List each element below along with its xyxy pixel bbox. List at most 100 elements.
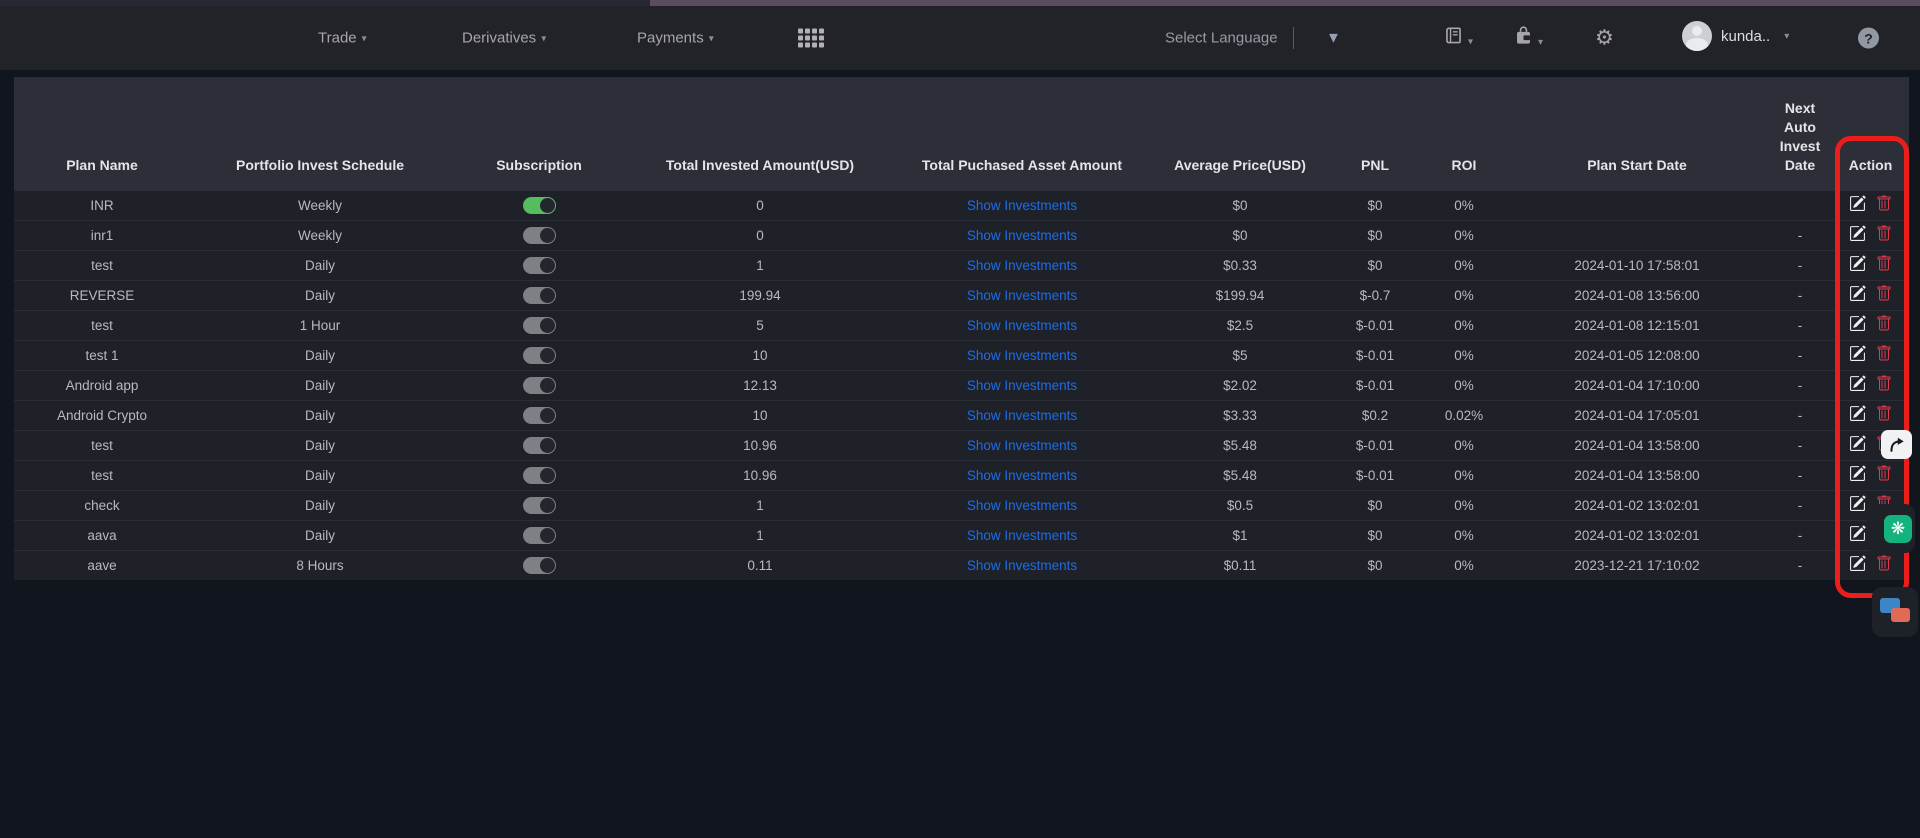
edit-plan-button[interactable] xyxy=(1849,345,1866,362)
toggle-knob xyxy=(540,378,555,393)
nav-menu-derivatives[interactable]: Derivatives▾ xyxy=(462,30,546,47)
subscription-toggle[interactable] xyxy=(523,227,556,244)
toggle-knob xyxy=(540,198,555,213)
show-investments-link[interactable]: Show Investments xyxy=(967,258,1077,273)
subscription-toggle[interactable] xyxy=(523,557,556,574)
delete-plan-button[interactable] xyxy=(1876,315,1892,332)
cell-plan-start-date: 2024-01-10 17:58:01 xyxy=(1506,250,1768,280)
subscription-toggle[interactable] xyxy=(523,287,556,304)
column-header: Total Invested Amount(USD) xyxy=(628,77,892,190)
show-investments-link[interactable]: Show Investments xyxy=(967,528,1077,543)
language-selector[interactable]: Select Language xyxy=(1165,30,1278,47)
subscription-toggle[interactable] xyxy=(523,527,556,544)
delete-plan-button[interactable] xyxy=(1876,195,1892,212)
edit-plan-button[interactable] xyxy=(1849,225,1866,242)
delete-plan-button[interactable] xyxy=(1876,405,1892,422)
cell-plan-name: test xyxy=(14,430,190,460)
show-investments-link[interactable]: Show Investments xyxy=(967,408,1077,423)
cell-schedule: Weekly xyxy=(190,220,450,250)
edit-pencil-icon xyxy=(1849,405,1866,422)
chevron-down-icon: ▾ xyxy=(1538,37,1543,48)
edit-plan-button[interactable] xyxy=(1849,195,1866,212)
edit-plan-button[interactable] xyxy=(1849,525,1866,542)
show-investments-link[interactable]: Show Investments xyxy=(967,498,1077,513)
edit-plan-button[interactable] xyxy=(1849,375,1866,392)
language-dropdown-caret-icon[interactable]: ▼ xyxy=(1326,30,1341,47)
show-investments-link[interactable]: Show Investments xyxy=(967,198,1077,213)
show-investments-link[interactable]: Show Investments xyxy=(967,468,1077,483)
cell-roi: 0% xyxy=(1422,370,1506,400)
show-investments-link[interactable]: Show Investments xyxy=(967,318,1077,333)
subscription-toggle[interactable] xyxy=(523,497,556,514)
delete-plan-button[interactable] xyxy=(1876,255,1892,272)
cell-plan-start-date: 2024-01-08 12:15:01 xyxy=(1506,310,1768,340)
edit-pencil-icon xyxy=(1849,255,1866,272)
wallet-menu[interactable]: ▾ xyxy=(1514,26,1543,50)
cell-plan-name: aave xyxy=(14,550,190,580)
help-button[interactable]: ? xyxy=(1858,28,1879,49)
apps-grid-icon[interactable] xyxy=(798,29,824,48)
orders-book-menu[interactable]: ▾ xyxy=(1444,27,1473,50)
show-investments-link[interactable]: Show Investments xyxy=(967,438,1077,453)
cell-plan-name: test xyxy=(14,460,190,490)
chatgpt-extension-icon[interactable]: ❋ xyxy=(1867,504,1915,553)
cell-average-price: $1 xyxy=(1152,520,1328,550)
cell-average-price: $0.33 xyxy=(1152,250,1328,280)
cell-purchased-asset: Show Investments xyxy=(892,190,1152,220)
divider xyxy=(1293,27,1294,49)
show-investments-link[interactable]: Show Investments xyxy=(967,378,1077,393)
cell-plan-name: test xyxy=(14,250,190,280)
subscription-toggle[interactable] xyxy=(523,347,556,364)
edit-plan-button[interactable] xyxy=(1849,465,1866,482)
cell-pnl: $-0.01 xyxy=(1328,310,1422,340)
subscription-toggle[interactable] xyxy=(523,197,556,214)
subscription-toggle[interactable] xyxy=(523,257,556,274)
cell-plan-start-date: 2024-01-04 17:10:00 xyxy=(1506,370,1768,400)
table-row: test Daily 1 Show Investments $0.33 $0 0… xyxy=(14,250,1909,280)
user-menu[interactable]: kunda.. ▾ xyxy=(1682,21,1789,55)
edit-plan-button[interactable] xyxy=(1849,435,1866,452)
edit-plan-button[interactable] xyxy=(1849,285,1866,302)
cell-plan-start-date: 2024-01-02 13:02:01 xyxy=(1506,520,1768,550)
column-header: Portfolio Invest Schedule xyxy=(190,77,450,190)
subscription-toggle[interactable] xyxy=(523,407,556,424)
show-investments-link[interactable]: Show Investments xyxy=(967,288,1077,303)
table-row: inr1 Weekly 0 Show Investments $0 $0 0% … xyxy=(14,220,1909,250)
edit-plan-button[interactable] xyxy=(1849,255,1866,272)
nav-menu-payments[interactable]: Payments▾ xyxy=(637,30,714,47)
nav-menu-trade[interactable]: Trade▾ xyxy=(318,30,367,47)
cell-subscription xyxy=(450,310,628,340)
column-header: Next Auto Invest Date xyxy=(1768,77,1832,190)
delete-plan-button[interactable] xyxy=(1876,375,1892,392)
delete-plan-button[interactable] xyxy=(1876,285,1892,302)
cell-next-auto-invest-date: - xyxy=(1768,340,1832,370)
chat-bubbles-extension-icon[interactable] xyxy=(1872,587,1918,637)
delete-plan-button[interactable] xyxy=(1876,555,1892,572)
toggle-knob xyxy=(540,258,555,273)
show-investments-link[interactable]: Show Investments xyxy=(967,348,1077,363)
cell-schedule: Daily xyxy=(190,340,450,370)
delete-plan-button[interactable] xyxy=(1876,465,1892,482)
table-row: check Daily 1 Show Investments $0.5 $0 0… xyxy=(14,490,1909,520)
show-investments-link[interactable]: Show Investments xyxy=(967,558,1077,573)
edit-plan-button[interactable] xyxy=(1849,315,1866,332)
delete-plan-button[interactable] xyxy=(1876,345,1892,362)
cell-roi: 0% xyxy=(1422,250,1506,280)
edit-plan-button[interactable] xyxy=(1849,495,1866,512)
share-arrow-extension-icon[interactable] xyxy=(1881,430,1912,459)
cell-pnl: $0 xyxy=(1328,190,1422,220)
subscription-toggle[interactable] xyxy=(523,317,556,334)
settings-gear-icon[interactable]: ⚙ xyxy=(1595,26,1614,51)
cell-roi: 0% xyxy=(1422,340,1506,370)
cell-schedule: Daily xyxy=(190,370,450,400)
trash-icon xyxy=(1876,465,1892,482)
edit-plan-button[interactable] xyxy=(1849,555,1866,572)
subscription-toggle[interactable] xyxy=(523,377,556,394)
show-investments-link[interactable]: Show Investments xyxy=(967,228,1077,243)
subscription-toggle[interactable] xyxy=(523,467,556,484)
cell-average-price: $0.5 xyxy=(1152,490,1328,520)
delete-plan-button[interactable] xyxy=(1876,225,1892,242)
table-row: INR Weekly 0 Show Investments $0 $0 0% xyxy=(14,190,1909,220)
subscription-toggle[interactable] xyxy=(523,437,556,454)
edit-plan-button[interactable] xyxy=(1849,405,1866,422)
